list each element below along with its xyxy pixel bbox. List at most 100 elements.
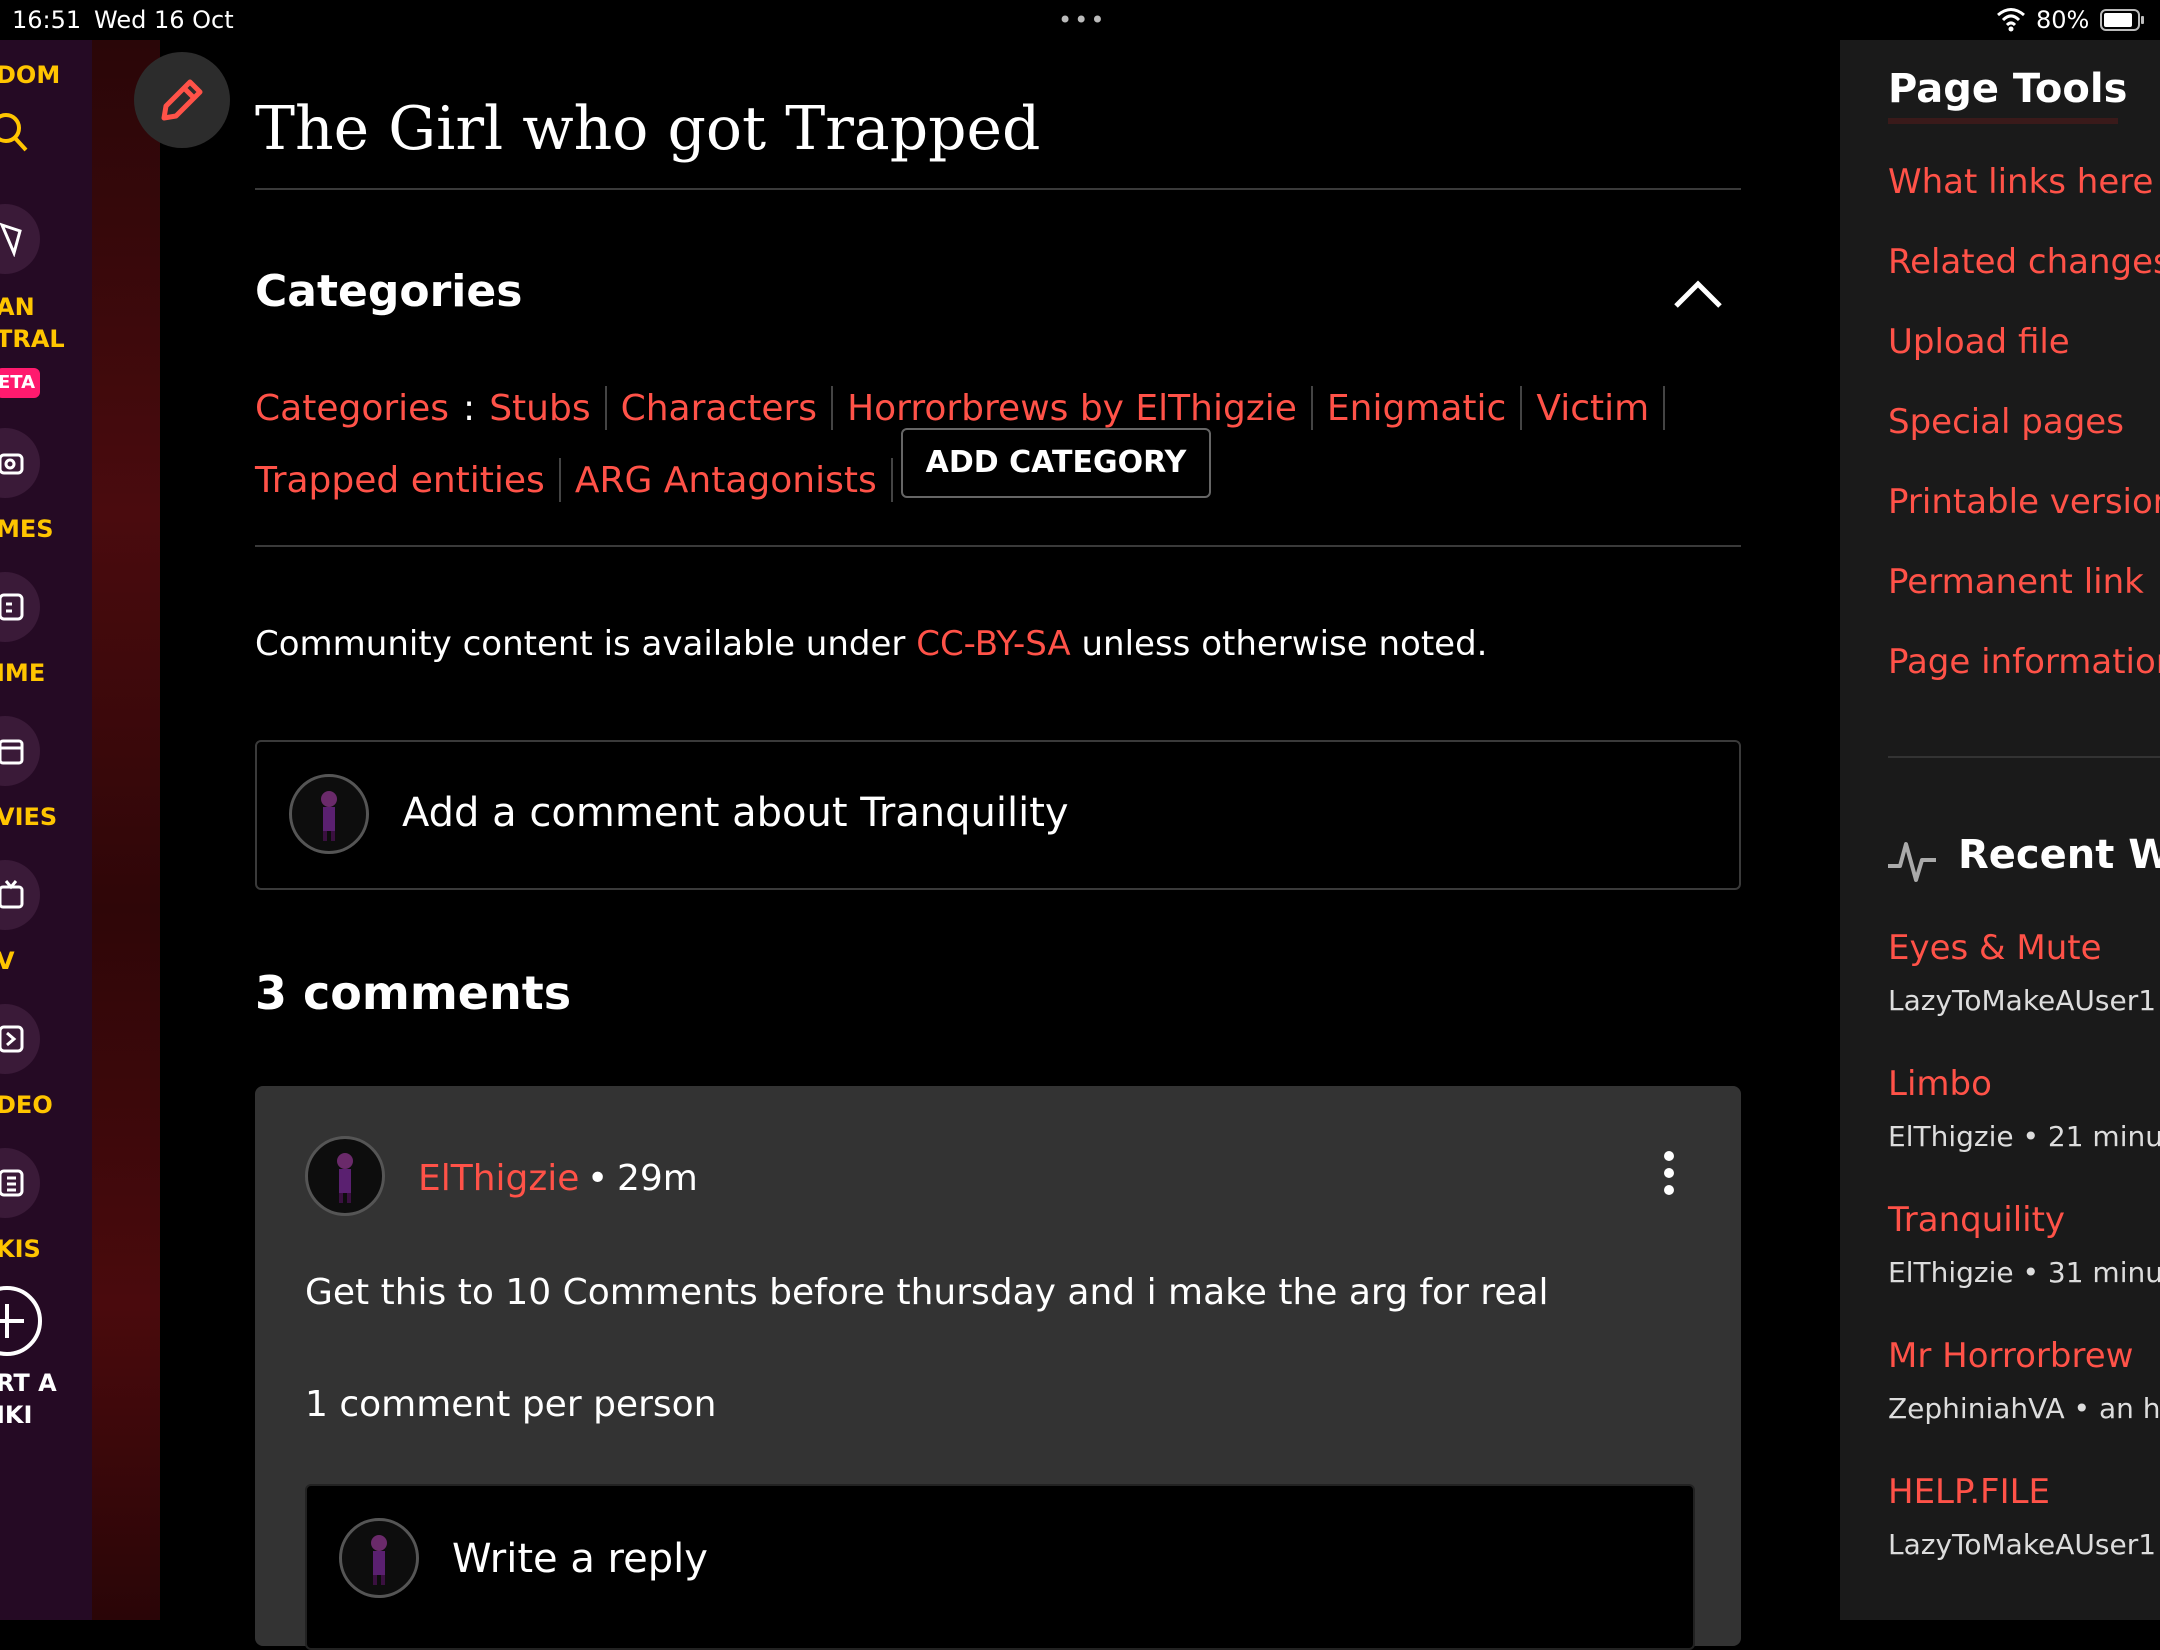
comment-body-line: 1 comment per person [305,1384,717,1425]
recent-page-link[interactable]: HELP.FILE [1888,1472,2050,1512]
category-link[interactable]: Trapped entities [255,460,545,501]
nav-label-tv[interactable]: V [0,946,15,976]
meta-separator: • [587,1158,609,1199]
nav-label-start-wiki-2[interactable]: IKI [0,1400,32,1430]
avatar-figure-icon [321,791,337,841]
edit-button[interactable] [134,52,230,148]
play-icon [0,1025,24,1053]
chevron-up-icon[interactable] [1672,276,1724,310]
main-content: The Girl who got Trapped Categories Cate… [134,40,1840,1650]
comment-author[interactable]: ElThigzie [418,1158,579,1199]
nav-item-video[interactable] [0,1004,40,1074]
category-separator [890,458,893,502]
nav-label-fan-central-1[interactable]: AN [0,292,35,322]
more-options-icon[interactable] [1659,1148,1679,1198]
page-tool-link[interactable]: Permanent link [1888,562,2144,602]
page-title: The Girl who got Trapped [255,94,1041,164]
avatar[interactable] [305,1136,385,1216]
page-tool-link[interactable]: Printable version [1888,482,2160,522]
recent-page-link[interactable]: Limbo [1888,1064,1992,1104]
recent-page-meta: ZephiniahVA • an hour ago [1888,1392,2160,1425]
status-date: Wed 16 Oct [94,6,234,34]
nav-item-movies[interactable] [0,716,40,786]
recent-wiki-heading: Recent Wiki Activity [1958,832,2160,878]
reply-placeholder[interactable]: Write a reply [452,1536,708,1582]
category-link[interactable]: Enigmatic [1327,388,1506,429]
multitasking-dots[interactable]: ••• [1058,6,1106,34]
recent-page-meta: ElThigzie • 21 minutes ago [1888,1120,2160,1153]
status-bar: 16:51 Wed 16 Oct ••• 80% [0,0,2160,40]
license-suffix: unless otherwise noted. [1070,624,1488,664]
gamepad-icon [0,453,24,475]
avatar-figure-icon [371,1535,387,1585]
recent-page-link[interactable]: Tranquility [1888,1200,2065,1240]
category-separator [558,458,561,502]
nav-item-fan-central[interactable] [0,204,40,274]
plus-icon[interactable] [0,1284,44,1358]
nav-label-wikis[interactable]: KIS [0,1234,41,1264]
nav-item-tv[interactable] [0,860,40,930]
wifi-icon [1997,8,2025,32]
category-link[interactable]: Characters [621,388,818,429]
comment-card: ElThigzie • 29m Get this to 10 Comments … [255,1086,1741,1650]
right-rail-divider [1888,756,2160,758]
beta-badge: ETA [0,368,40,398]
license-notice: Community content is available under CC-… [255,624,1487,664]
nav-item-wikis[interactable] [0,1148,40,1218]
nav-label-start-wiki-1[interactable]: RT A [0,1368,57,1398]
clapperboard-icon [0,739,24,765]
nav-label-fan-central-2[interactable]: TRAL [0,324,65,354]
comment-body-line: Get this to 10 Comments before thursday … [305,1272,1549,1313]
comments-count: 3 comments [255,966,572,1020]
avatar [339,1518,419,1598]
category-separator [1310,386,1313,430]
categories-row-1: Categories : Stubs Characters Horrorbrew… [255,386,1679,430]
pencil-icon [161,79,203,121]
global-navigation: DOM AN TRAL ETA MES IME VIES V DEO KIS R… [0,40,92,1620]
comment-age: 29m [617,1158,698,1199]
categories-link[interactable]: Categories [255,388,449,429]
wikis-icon [0,1169,24,1197]
avatar-figure-icon [337,1153,353,1203]
recent-page-link[interactable]: Eyes & Mute [1888,928,2102,968]
categories-heading: Categories [255,266,523,317]
background-artwork-strip [92,40,160,1620]
page-tools-heading: Page Tools [1888,66,2128,112]
license-link[interactable]: CC-BY-SA [916,624,1070,664]
add-category-button[interactable]: ADD CATEGORY [901,428,1211,498]
category-link[interactable]: Victim [1536,388,1649,429]
reply-box[interactable]: Write a reply [305,1484,1695,1650]
compass-icon [0,222,22,257]
page-tool-link[interactable]: Upload file [1888,322,2070,362]
battery-percentage: 80% [2036,6,2090,34]
category-link[interactable]: ARG Antagonists [575,460,877,501]
recent-page-link[interactable]: Mr Horrorbrew [1888,1336,2133,1376]
category-separator [1520,386,1523,430]
category-link[interactable]: Horrorbrews by ElThigzie [847,388,1297,429]
add-comment-box[interactable]: Add a comment about Tranquility [255,740,1741,890]
page-tools-underline [1888,118,2118,124]
page-tool-link[interactable]: Page information [1888,642,2160,682]
nav-logo-text[interactable]: DOM [0,60,60,90]
categories-divider [255,545,1741,547]
nav-item-anime[interactable] [0,572,40,642]
nav-item-games[interactable] [0,428,40,498]
tv-icon [0,880,24,909]
right-rail: Page Tools What links here Related chang… [1840,40,2160,1620]
category-separator [604,386,607,430]
page-tool-link[interactable]: What links here [1888,162,2153,202]
page-tool-link[interactable]: Special pages [1888,402,2124,442]
recent-page-meta: ElThigzie • 31 minutes ago [1888,1256,2160,1289]
nav-label-video[interactable]: DEO [0,1090,53,1120]
search-icon[interactable] [0,110,32,154]
nav-label-movies[interactable]: VIES [0,802,57,832]
title-divider [255,188,1741,190]
anime-icon [0,593,24,621]
category-link[interactable]: Stubs [489,388,590,429]
category-separator [831,386,834,430]
page-tool-link[interactable]: Related changes [1888,242,2160,282]
add-comment-placeholder[interactable]: Add a comment about Tranquility [402,790,1069,836]
nav-label-games[interactable]: MES [0,514,54,544]
nav-label-anime[interactable]: IME [0,658,45,688]
category-separator [1663,386,1666,430]
